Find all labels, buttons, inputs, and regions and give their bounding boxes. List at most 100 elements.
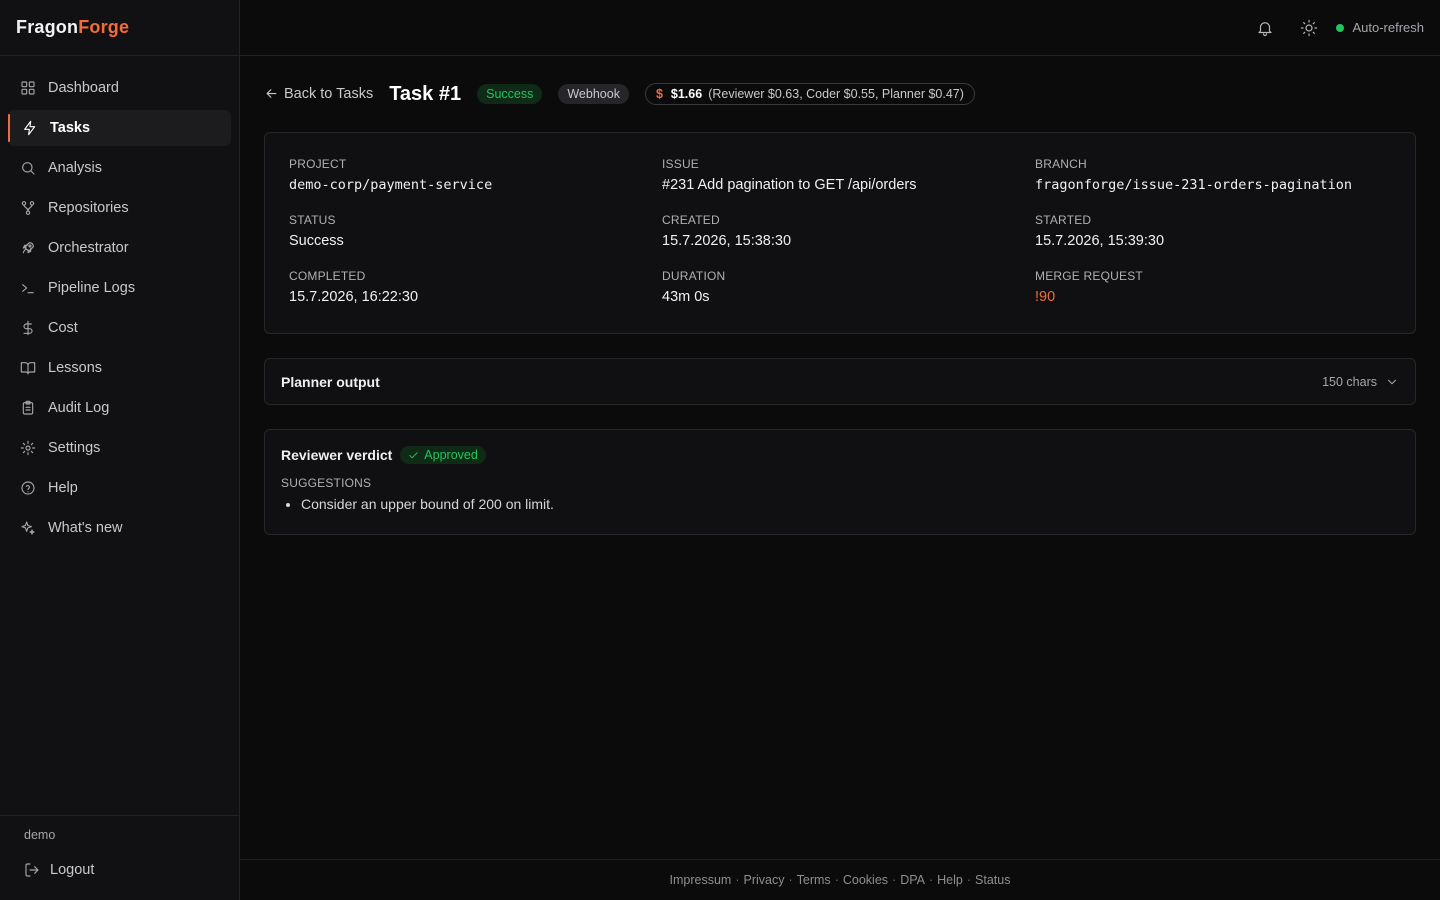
footer-link-help[interactable]: Help — [937, 873, 963, 887]
footer-separator: · — [788, 873, 793, 887]
zap-icon — [22, 120, 38, 136]
brand-name-part1: Fragon — [16, 17, 79, 37]
list-item: Consider an upper bound of 200 on limit. — [301, 496, 1399, 512]
planner-output-toggle[interactable]: Planner output 150 chars — [264, 358, 1416, 405]
sidebar-item-label: Orchestrator — [48, 240, 129, 256]
sidebar-item-label: Analysis — [48, 160, 102, 176]
started-field: STARTED 15.7.2026, 15:39:30 — [1035, 213, 1395, 269]
sidebar-item-cost[interactable]: Cost — [8, 310, 231, 346]
project-field: PROJECT demo-corp/payment-service — [289, 157, 662, 213]
clipboard-icon — [20, 400, 36, 416]
project-value: demo-corp/payment-service — [289, 177, 493, 193]
merge-request-link[interactable]: !90 — [1035, 289, 1395, 305]
sun-icon[interactable] — [1300, 19, 1318, 37]
dollar-icon — [20, 320, 36, 336]
verdict-header: Reviewer verdict Approved — [281, 446, 1399, 464]
sidebar-nav: Dashboard Tasks Analysis Repositories Or… — [0, 56, 239, 546]
help-circle-icon — [20, 480, 36, 496]
issue-value: #231 Add pagination to GET /api/orders — [662, 177, 917, 193]
footer-separator: · — [735, 873, 740, 887]
sidebar-item-label: Help — [48, 480, 78, 496]
sidebar-item-label: What's new — [48, 520, 123, 536]
footer-separator: · — [834, 873, 839, 887]
field-label: COMPLETED — [289, 269, 366, 283]
sidebar-item-dashboard[interactable]: Dashboard — [8, 70, 231, 106]
footer-link-status[interactable]: Status — [975, 873, 1010, 887]
planner-chars: 150 chars — [1322, 374, 1377, 389]
cost-badge: $ $1.66 (Reviewer $0.63, Coder $0.55, Pl… — [644, 83, 975, 105]
back-label: Back to Tasks — [284, 86, 374, 102]
sidebar-item-settings[interactable]: Settings — [8, 430, 231, 466]
sidebar-item-lessons[interactable]: Lessons — [8, 350, 231, 386]
duration-value: 43m 0s — [662, 289, 710, 305]
bell-icon[interactable] — [1256, 19, 1274, 37]
sidebar-item-label: Cost — [48, 320, 78, 336]
planner-output-title: Planner output — [281, 373, 380, 390]
grid-icon — [20, 80, 36, 96]
main-content: Back to Tasks Task #1 Success Webhook $ … — [264, 56, 1416, 535]
completed-field: COMPLETED 15.7.2026, 16:22:30 — [289, 269, 662, 325]
field-label: ISSUE — [662, 157, 700, 171]
back-to-tasks-link[interactable]: Back to Tasks — [264, 86, 373, 102]
branch-value: fragonforge/issue-231-orders-pagination — [1035, 177, 1352, 193]
sidebar-item-label: Tasks — [50, 120, 91, 136]
footer-link-impressum[interactable]: Impressum — [670, 873, 732, 887]
field-label: CREATED — [662, 213, 720, 227]
brand-name-part2: Forge — [78, 17, 130, 37]
sparkles-icon — [20, 520, 36, 536]
approved-label: Approved — [424, 448, 478, 462]
planner-output-meta: 150 chars — [1322, 375, 1399, 389]
terminal-icon — [20, 280, 36, 296]
sidebar-item-audit-log[interactable]: Audit Log — [8, 390, 231, 426]
sidebar-item-label: Pipeline Logs — [48, 280, 136, 296]
sidebar-item-label: Audit Log — [48, 400, 110, 416]
chevron-down-icon — [1385, 375, 1399, 389]
sidebar-item-tasks[interactable]: Tasks — [8, 110, 231, 146]
footer-link-privacy[interactable]: Privacy — [744, 873, 785, 887]
sidebar-item-label: Repositories — [48, 200, 129, 216]
footer-separator: · — [892, 873, 897, 887]
rocket-icon — [20, 240, 36, 256]
field-label: MERGE REQUEST — [1035, 269, 1143, 283]
page-title: Task #1 — [389, 82, 462, 105]
user-name: demo — [24, 828, 56, 842]
auto-refresh-toggle[interactable]: Auto-refresh — [1336, 20, 1424, 35]
task-info-card: PROJECT demo-corp/payment-service ISSUE … — [264, 132, 1416, 334]
logout-label: Logout — [50, 862, 95, 878]
book-open-icon — [20, 360, 36, 376]
duration-field: DURATION 43m 0s — [662, 269, 1035, 325]
auto-refresh-label: Auto-refresh — [1352, 20, 1424, 35]
suggestions-label: SUGGESTIONS — [281, 476, 372, 490]
merge-request-field: MERGE REQUEST !90 — [1035, 269, 1395, 325]
branch-field: BRANCH fragonforge/issue-231-orders-pagi… — [1035, 157, 1395, 213]
sidebar-item-orchestrator[interactable]: Orchestrator — [8, 230, 231, 266]
field-label: STARTED — [1035, 213, 1092, 227]
footer-link-terms[interactable]: Terms — [797, 873, 831, 887]
footer: Impressum · Privacy · Terms · Cookies · … — [240, 859, 1440, 900]
task-header: Back to Tasks Task #1 Success Webhook $ … — [264, 56, 1416, 132]
footer-link-dpa[interactable]: DPA — [900, 873, 925, 887]
sidebar-item-label: Settings — [48, 440, 101, 456]
logout-button[interactable]: Logout — [8, 856, 231, 884]
sidebar-item-help[interactable]: Help — [8, 470, 231, 506]
search-icon — [20, 160, 36, 176]
topbar: Auto-refresh — [240, 0, 1440, 56]
footer-separator: · — [928, 873, 934, 887]
field-label: PROJECT — [289, 157, 347, 171]
approved-badge: Approved — [400, 446, 486, 464]
footer-link-cookies[interactable]: Cookies — [843, 873, 888, 887]
footer-separator: · — [966, 873, 972, 887]
sidebar-item-analysis[interactable]: Analysis — [8, 150, 231, 186]
field-label: BRANCH — [1035, 157, 1087, 171]
created-field: CREATED 15.7.2026, 15:38:30 — [662, 213, 1035, 269]
completed-value: 15.7.2026, 16:22:30 — [289, 289, 419, 305]
sidebar-item-pipeline-logs[interactable]: Pipeline Logs — [8, 270, 231, 306]
brand-logo[interactable]: Fragon Forge — [0, 0, 239, 56]
sidebar-item-repositories[interactable]: Repositories — [8, 190, 231, 226]
issue-field: ISSUE #231 Add pagination to GET /api/or… — [662, 157, 1035, 213]
sidebar-item-whats-new[interactable]: What's new — [8, 510, 231, 546]
sidebar-item-label: Dashboard — [48, 80, 119, 96]
started-value: 15.7.2026, 15:39:30 — [1035, 233, 1165, 249]
field-label: STATUS — [289, 213, 336, 227]
sidebar: Fragon Forge Dashboard Tasks Analysis Rep… — [0, 0, 240, 900]
